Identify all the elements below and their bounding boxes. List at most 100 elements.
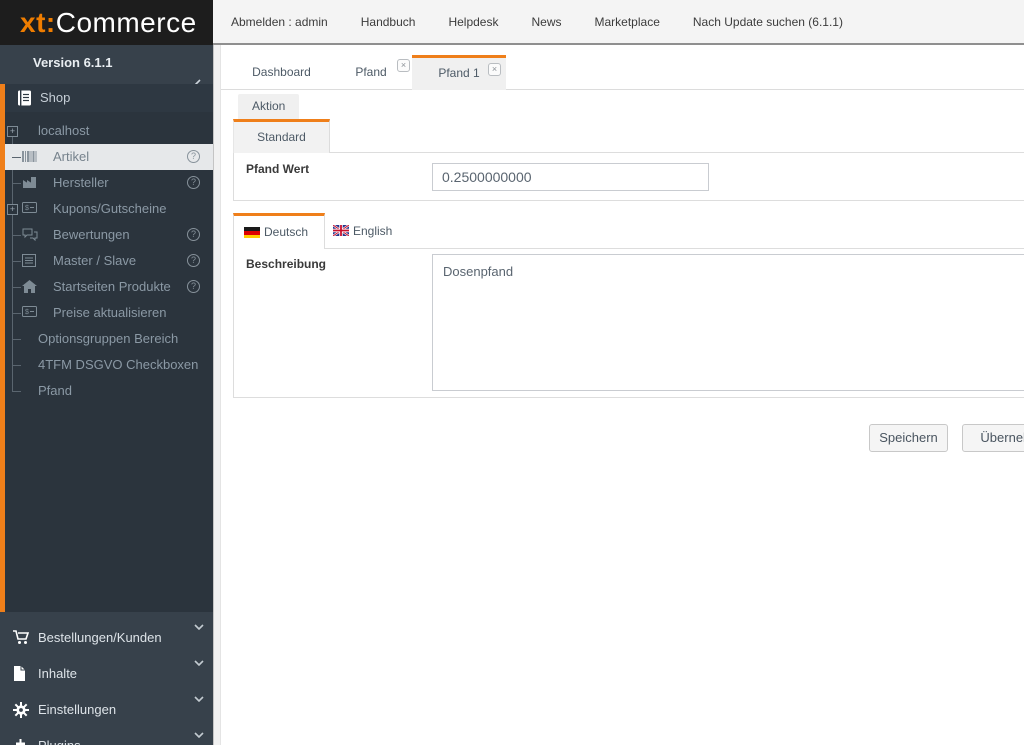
chevron-down-icon[interactable] — [194, 660, 204, 666]
pfand-wert-label: Pfand Wert — [246, 162, 309, 176]
list-icon — [22, 254, 36, 267]
tree-node-kupons[interactable]: + $ Kupons/Gutscheine — [5, 196, 213, 222]
tree-node-localhost[interactable]: + localhost — [5, 118, 213, 144]
svg-text:$: $ — [25, 205, 29, 212]
coupon-icon: $ — [22, 306, 37, 317]
chevron-down-icon[interactable] — [194, 732, 204, 738]
tree-node-label: Optionsgruppen Bereich — [38, 326, 178, 352]
lang-tab-label: Deutsch — [264, 216, 308, 249]
expand-plus-icon[interactable]: + — [7, 204, 18, 215]
tree-node-label: Pfand — [38, 378, 72, 404]
tab-pfand[interactable]: Pfand × — [330, 55, 412, 90]
tree-node-label: 4TFM DSGVO Checkboxen — [38, 352, 198, 378]
beschreibung-label: Beschreibung — [246, 257, 326, 271]
close-tab-icon[interactable]: × — [488, 63, 501, 76]
app-window: xt:Commerce Abmelden : admin Handbuch He… — [0, 0, 1024, 745]
tree-node-label: Artikel — [53, 144, 89, 170]
tree-node-startseiten[interactable]: Startseiten Produkte ? — [5, 274, 213, 300]
tree-node-label: Preise aktualisieren — [53, 300, 166, 326]
sidebar-item-label: Plugins — [38, 728, 81, 745]
tab-dashboard[interactable]: Dashboard — [233, 55, 330, 90]
sidebar-item-label: Shop — [40, 90, 70, 105]
menu-news[interactable]: News — [531, 15, 561, 29]
menu-logout[interactable]: Abmelden : admin — [231, 15, 328, 29]
version-label: Version 6.1.1 — [33, 55, 113, 70]
tree-node-label: localhost — [38, 118, 89, 144]
sidebar-item-label: Inhalte — [38, 656, 77, 692]
tree-branch-line — [12, 157, 21, 158]
sidebar: Version 6.1.1 Shop + localhost Artikel — [0, 45, 213, 745]
uk-flag-icon — [333, 225, 349, 236]
help-icon[interactable]: ? — [187, 176, 200, 189]
expand-plus-icon[interactable]: + — [7, 126, 18, 137]
language-panel: Beschreibung Dosenpfand — [233, 248, 1024, 398]
tree-node-optionsgruppen[interactable]: Optionsgruppen Bereich — [5, 326, 213, 352]
tree-node-artikel[interactable]: Artikel ? — [5, 144, 213, 170]
help-icon[interactable]: ? — [187, 254, 200, 267]
tab-label: Pfand — [355, 65, 386, 79]
file-icon — [13, 666, 26, 681]
tree-branch-line — [12, 183, 21, 184]
tab-label: Pfand 1 — [438, 66, 479, 80]
cart-icon — [13, 630, 30, 645]
lang-tab-label: English — [353, 216, 392, 246]
tree-branch-line — [12, 235, 21, 236]
factory-icon — [22, 176, 37, 189]
tree-node-master-slave[interactable]: Master / Slave ? — [5, 248, 213, 274]
ledger-icon — [17, 90, 32, 106]
menu-helpdesk[interactable]: Helpdesk — [448, 15, 498, 29]
menu-handbuch[interactable]: Handbuch — [361, 15, 416, 29]
aktion-menu-button[interactable]: Aktion — [238, 94, 299, 119]
tree-node-label: Startseiten Produkte — [53, 274, 171, 300]
pfand-wert-input[interactable] — [432, 163, 709, 191]
tree-node-label: Master / Slave — [53, 248, 136, 274]
tree-branch-line — [12, 261, 21, 262]
tree-node-preise[interactable]: $ Preise aktualisieren — [5, 300, 213, 326]
tree-branch-line — [12, 391, 21, 392]
tab-pfand-1[interactable]: Pfand 1 × — [412, 55, 506, 90]
content-scroll-gutter[interactable] — [213, 45, 221, 745]
tree-node-dsgvo[interactable]: 4TFM DSGVO Checkboxen — [5, 352, 213, 378]
svg-text:$: $ — [25, 309, 29, 316]
sidebar-item-bestellungen[interactable]: Bestellungen/Kunden — [0, 620, 213, 656]
brand-logo-suffix: Commerce — [56, 7, 197, 38]
help-icon[interactable]: ? — [187, 280, 200, 293]
chevron-down-icon[interactable] — [194, 696, 204, 702]
top-menubar: Abmelden : admin Handbuch Helpdesk News … — [213, 0, 1024, 45]
tab-standard[interactable]: Standard — [233, 119, 330, 153]
help-icon[interactable]: ? — [187, 150, 200, 163]
menu-update-check[interactable]: Nach Update suchen (6.1.1) — [693, 15, 843, 29]
sidebar-item-shop[interactable]: Shop — [0, 84, 213, 112]
apply-button[interactable]: Übernehmen — [962, 424, 1024, 452]
coupon-icon: $ — [22, 202, 37, 213]
tree-branch-line — [12, 339, 21, 340]
brand-logo: xt:Commerce — [0, 0, 213, 45]
tab-label: Dashboard — [252, 65, 311, 79]
plug-icon — [13, 738, 28, 745]
beschreibung-textarea[interactable]: Dosenpfand — [432, 254, 1024, 391]
save-button[interactable]: Speichern — [869, 424, 948, 452]
tree-node-pfand[interactable]: Pfand — [5, 378, 213, 404]
close-tab-icon[interactable]: × — [397, 59, 410, 72]
barcode-icon — [22, 150, 37, 163]
chevron-down-icon[interactable] — [194, 624, 204, 630]
tree-node-label: Bewertungen — [53, 222, 130, 248]
menu-marketplace[interactable]: Marketplace — [595, 15, 660, 29]
tab-english[interactable]: English — [325, 216, 415, 248]
sidebar-item-plugins[interactable]: Plugins — [0, 728, 213, 745]
standard-panel: Pfand Wert — [233, 152, 1024, 201]
help-icon[interactable]: ? — [187, 228, 200, 241]
tree-branch-line — [12, 365, 21, 366]
shop-tree: + localhost Artikel ? Hersteller ? — [0, 112, 213, 612]
home-icon — [22, 280, 37, 293]
tree-node-hersteller[interactable]: Hersteller ? — [5, 170, 213, 196]
tab-deutsch[interactable]: Deutsch — [233, 213, 325, 249]
sidebar-item-inhalte[interactable]: Inhalte — [0, 656, 213, 692]
tree-branch-line — [12, 287, 21, 288]
sidebar-item-label: Einstellungen — [38, 692, 116, 728]
tree-node-bewertungen[interactable]: Bewertungen ? — [5, 222, 213, 248]
tree-node-label: Hersteller — [53, 170, 109, 196]
tree-branch-line — [12, 313, 21, 314]
brand-logo-prefix: xt: — [20, 7, 56, 38]
sidebar-item-einstellungen[interactable]: Einstellungen — [0, 692, 213, 728]
